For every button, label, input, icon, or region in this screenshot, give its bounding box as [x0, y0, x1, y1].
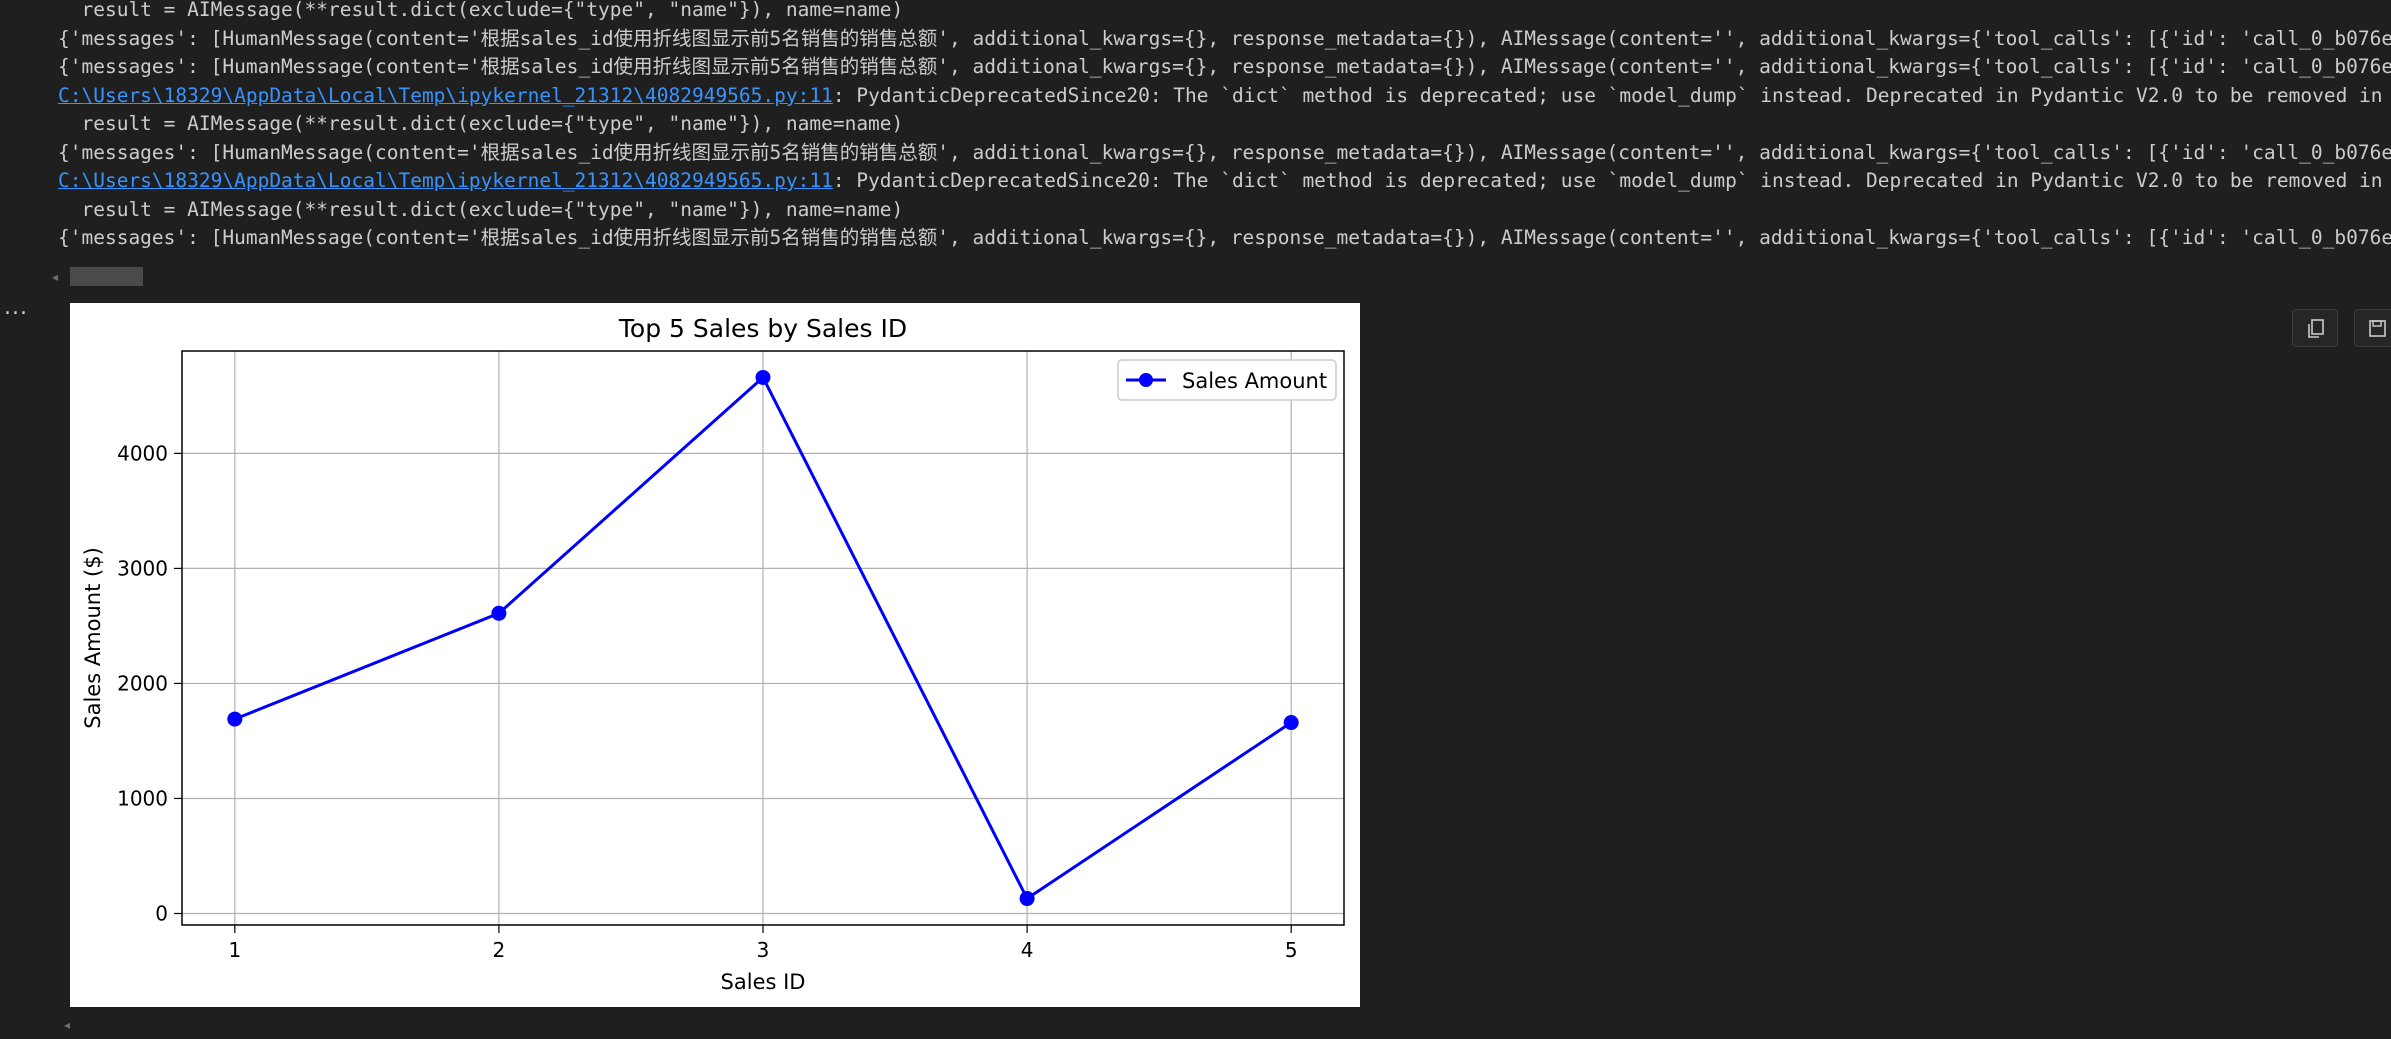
y-tick-label: 1000 — [117, 786, 168, 810]
y-tick-label: 3000 — [117, 556, 168, 580]
x-tick-label: 3 — [757, 938, 770, 962]
output-line-msg: {'messages': [HumanMessage(content='根据sa… — [0, 53, 2391, 81]
code-line-text: result = AIMessage(**result.dict(exclude… — [58, 197, 904, 221]
save-icon — [2369, 320, 2386, 337]
message-dump-text: {'messages': [HumanMessage(content='根据sa… — [58, 140, 2391, 164]
data-point — [227, 711, 243, 727]
line-chart: 1 2 3 4 5 0 1000 2000 3000 4000 Top 5 Sales by Sa… — [81, 314, 1345, 994]
message-dump-text: {'messages': [HumanMessage(content='根据sa… — [58, 226, 2391, 249]
y-tick-label: 0 — [155, 901, 168, 925]
output-line-code: result = AIMessage(**result.dict(exclude… — [0, 196, 2391, 224]
copy-output-button[interactable] — [2292, 309, 2338, 347]
output-line-msg: {'messages': [HumanMessage(content='根据sa… — [0, 224, 2391, 252]
code-line-text: result = AIMessage(**result.dict(exclude… — [58, 112, 904, 135]
y-tick-label: 4000 — [117, 441, 168, 465]
scroll-left-arrow-icon[interactable]: ◂ — [52, 270, 58, 284]
save-output-button[interactable] — [2354, 309, 2391, 347]
output-line-warn: C:\Users\18329\AppData\Local\Temp\ipyker… — [0, 167, 2391, 195]
chart-title: Top 5 Sales by Sales ID — [618, 314, 907, 343]
data-point — [1283, 715, 1299, 731]
x-tick-label: 1 — [228, 938, 241, 962]
output-line-code: result = AIMessage(**result.dict(exclude… — [0, 0, 2391, 24]
x-tick-label: 2 — [493, 938, 506, 962]
source-file-link[interactable]: C:\Users\18329\AppData\Local\Temp\ipyker… — [58, 84, 833, 107]
bottom-scroll-left-arrow-icon[interactable]: ◂ — [64, 1018, 70, 1032]
message-dump-text: {'messages': [HumanMessage(content='根据sa… — [58, 55, 2391, 78]
message-dump-text: {'messages': [HumanMessage(content='根据sa… — [58, 26, 2391, 50]
chart-figure: 1 2 3 4 5 0 1000 2000 3000 4000 Top 5 Sales by Sa… — [70, 303, 1360, 1007]
output-line-warn: C:\Users\18329\AppData\Local\Temp\ipyker… — [0, 82, 2391, 110]
legend: Sales Amount — [1117, 359, 1337, 401]
output-line-msg: {'messages': [HumanMessage(content='根据sa… — [0, 25, 2391, 53]
legend-marker-swatch — [1139, 373, 1153, 387]
code-line-text: result = AIMessage(**result.dict(exclude… — [58, 0, 904, 21]
data-point — [491, 605, 507, 621]
horizontal-scrollbar-thumb[interactable] — [70, 267, 143, 286]
legend-label: Sales Amount — [1182, 369, 1327, 393]
output-line-msg: {'messages': [HumanMessage(content='根据sa… — [0, 139, 2391, 167]
output-line-code: result = AIMessage(**result.dict(exclude… — [0, 110, 2391, 138]
warning-text: : PydanticDeprecatedSince20: The `dict` … — [832, 83, 2391, 107]
copy-icon — [2308, 319, 2324, 338]
x-axis-label: Sales ID — [721, 970, 806, 994]
cell-menu-ellipsis-icon[interactable]: ... — [4, 295, 28, 320]
data-point — [1019, 891, 1035, 907]
x-tick-label: 4 — [1021, 938, 1034, 962]
y-tick-label: 2000 — [117, 671, 168, 695]
source-file-link[interactable]: C:\Users\18329\AppData\Local\Temp\ipyker… — [58, 169, 833, 192]
warning-text: : PydanticDeprecatedSince20: The `dict` … — [832, 169, 2391, 192]
data-point — [755, 369, 771, 385]
y-axis-label: Sales Amount ($) — [81, 547, 105, 729]
x-tick-label: 5 — [1285, 938, 1298, 962]
